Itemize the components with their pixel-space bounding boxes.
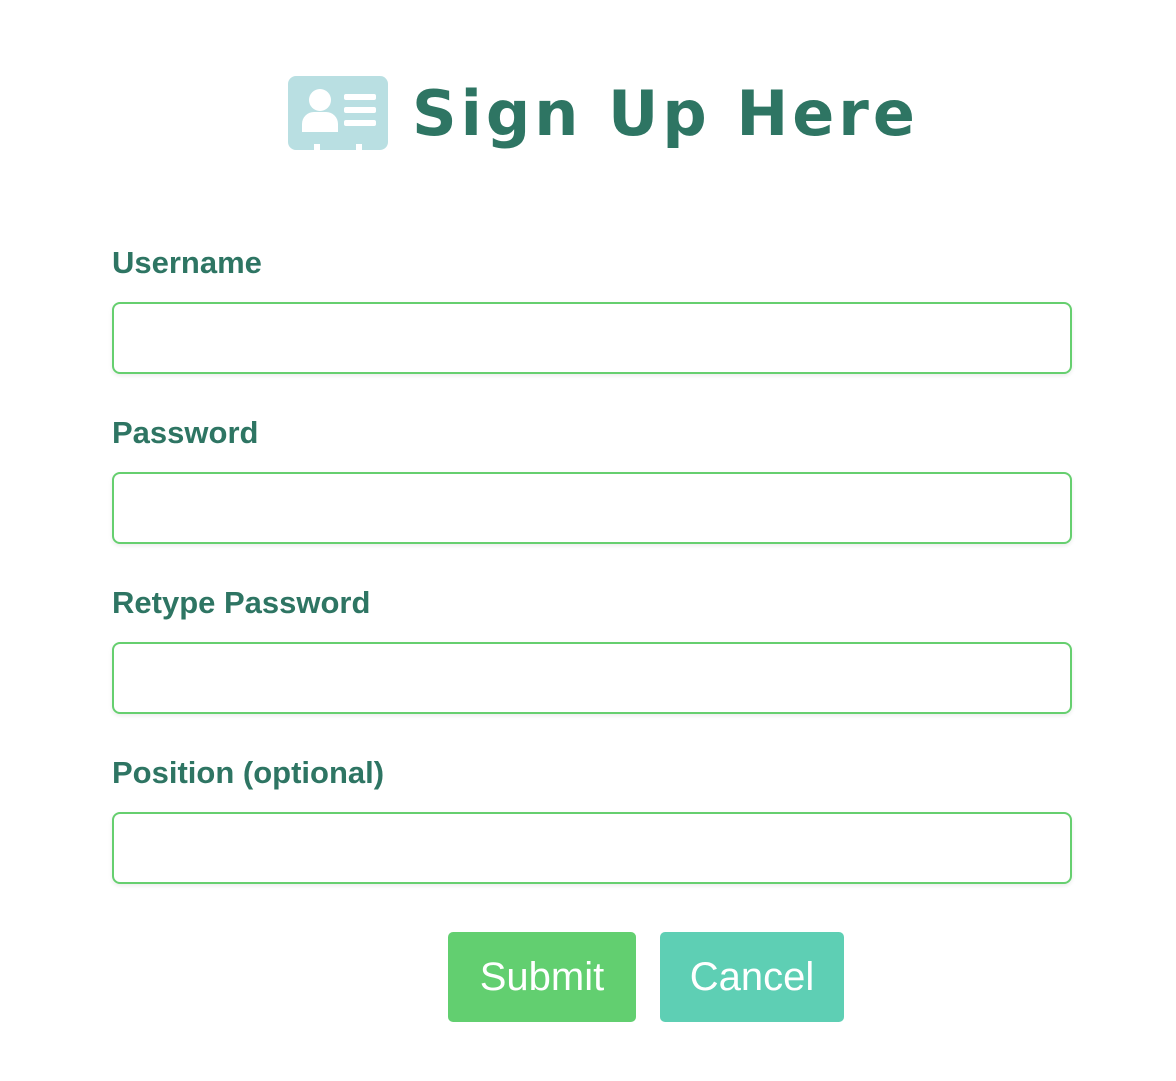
password-label: Password (112, 415, 259, 450)
page-title: Sign Up Here (412, 77, 919, 150)
username-label: Username (112, 245, 262, 280)
retype-password-input[interactable] (112, 642, 1072, 714)
position-label: Position (optional) (112, 755, 385, 790)
position-input[interactable] (112, 812, 1072, 884)
id-card-icon (288, 76, 388, 150)
form-actions: Submit Cancel (448, 932, 844, 1022)
username-input[interactable] (112, 302, 1072, 374)
password-input[interactable] (112, 472, 1072, 544)
submit-button[interactable]: Submit (448, 932, 636, 1022)
cancel-button[interactable]: Cancel (660, 932, 844, 1022)
header: Sign Up Here (288, 76, 919, 152)
retype-password-label: Retype Password (112, 585, 371, 620)
signup-form: Username Password Retype Password Positi… (112, 236, 1072, 916)
